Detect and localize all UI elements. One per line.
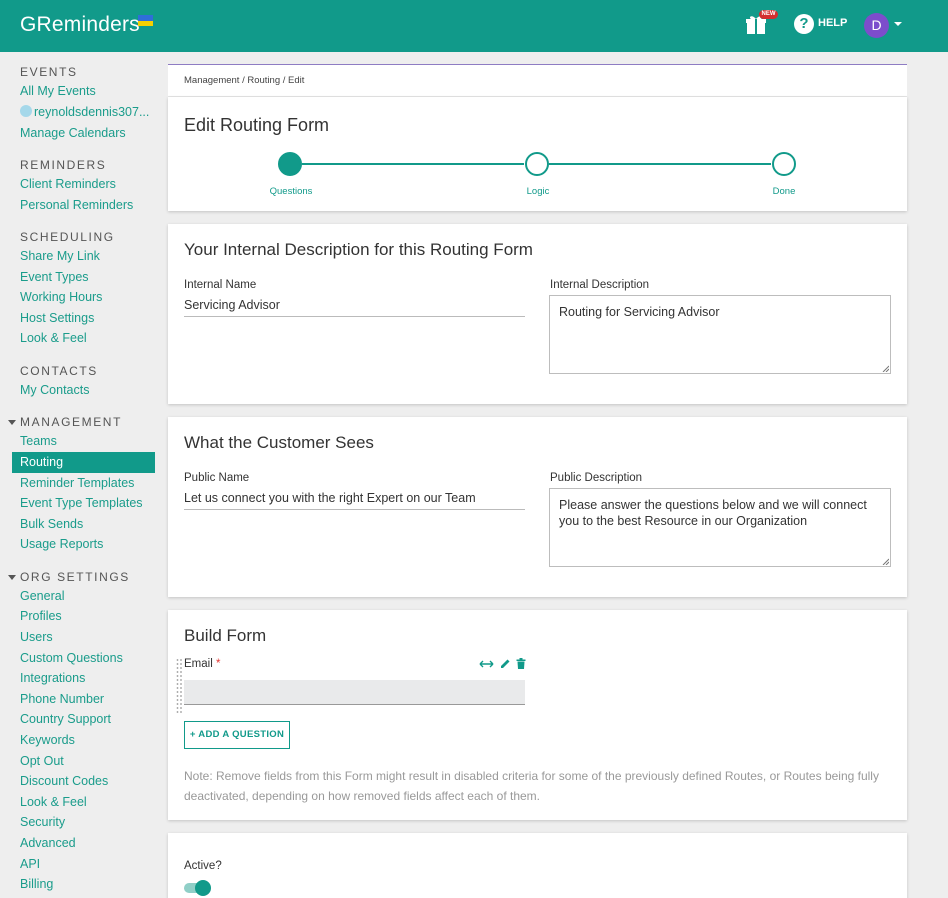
active-label: Active? <box>184 860 222 872</box>
internal-description-label: Internal Description <box>550 279 650 291</box>
sidebar-item-usage-reports[interactable]: Usage Reports <box>20 537 103 551</box>
sidebar-item-client-reminders[interactable]: Client Reminders <box>20 177 116 191</box>
sidebar-item-custom-questions[interactable]: Custom Questions <box>20 651 123 665</box>
sidebar-item-look-feel-org[interactable]: Look & Feel <box>20 795 87 809</box>
sidebar: EVENTS All My Events reynoldsdennis307..… <box>0 52 160 898</box>
caret-down-icon[interactable] <box>8 420 16 425</box>
sidebar-item-phone-number[interactable]: Phone Number <box>20 692 104 706</box>
step-logic-circle[interactable] <box>525 152 549 176</box>
stepper-line <box>549 163 771 165</box>
sidebar-item-advanced[interactable]: Advanced <box>20 836 76 850</box>
sidebar-item-general[interactable]: General <box>20 589 64 603</box>
step-logic-label[interactable]: Logic <box>498 186 578 197</box>
sidebar-item-security[interactable]: Security <box>20 815 65 829</box>
page-title: Edit Routing Form <box>184 115 330 135</box>
sidebar-item-manage-calendars[interactable]: Manage Calendars <box>20 126 126 140</box>
build-form-title: Build Form <box>184 626 267 645</box>
new-badge: NEW <box>759 10 778 19</box>
resize-handle-icon[interactable] <box>882 365 889 372</box>
internal-description-card: Your Internal Description for this Routi… <box>168 224 907 404</box>
drag-handle-icon[interactable] <box>176 658 183 716</box>
resize-handle-icon[interactable] <box>882 558 889 565</box>
sidebar-header-events: EVENTS <box>20 65 78 79</box>
build-form-note: Note: Remove fields from this Form might… <box>184 769 879 803</box>
sidebar-header-management[interactable]: MANAGEMENT <box>20 415 122 429</box>
email-input[interactable] <box>184 680 525 705</box>
step-done-label[interactable]: Done <box>744 186 824 197</box>
sidebar-item-teams[interactable]: Teams <box>20 434 57 448</box>
sidebar-item-my-contacts[interactable]: My Contacts <box>20 383 89 397</box>
sidebar-item-discount-codes[interactable]: Discount Codes <box>20 774 108 788</box>
step-questions-label[interactable]: Questions <box>251 186 331 197</box>
internal-description-text: Routing for Servicing Advisor <box>559 305 720 319</box>
sidebar-item-event-types[interactable]: Event Types <box>20 270 89 284</box>
step-done-circle[interactable] <box>772 152 796 176</box>
stepper-line <box>302 163 524 165</box>
sidebar-header-contacts: CONTACTS <box>20 364 98 378</box>
sidebar-item-opt-out[interactable]: Opt Out <box>20 754 64 768</box>
chevron-down-icon[interactable] <box>894 22 902 26</box>
help-icon[interactable]: ? <box>794 14 814 34</box>
sidebar-item-working-hours[interactable]: Working Hours <box>20 290 102 304</box>
active-card: Active? <box>168 833 907 898</box>
app-logo[interactable]: GReminders <box>20 13 140 37</box>
top-bar: GReminders NEW ? HELP D <box>0 0 948 52</box>
calendar-color-dot <box>20 105 32 117</box>
help-link[interactable]: HELP <box>818 17 847 29</box>
sidebar-item-share-my-link[interactable]: Share My Link <box>20 249 100 263</box>
internal-description-textarea[interactable]: Routing for Servicing Advisor <box>549 295 891 374</box>
breadcrumb: Management / Routing / Edit <box>168 64 907 97</box>
email-field-label: Email * <box>184 658 220 670</box>
edit-pencil-icon[interactable] <box>500 658 511 669</box>
sidebar-item-keywords[interactable]: Keywords <box>20 733 75 747</box>
public-description-label: Public Description <box>550 472 643 484</box>
sidebar-item-country-support[interactable]: Country Support <box>20 712 111 726</box>
public-card-title: What the Customer Sees <box>184 433 374 452</box>
sidebar-item-bulk-sends[interactable]: Bulk Sends <box>20 517 83 531</box>
sidebar-item-users[interactable]: Users <box>20 630 53 644</box>
avatar[interactable]: D <box>864 13 889 38</box>
sidebar-item-api[interactable]: API <box>20 857 40 871</box>
caret-down-icon[interactable] <box>8 575 16 580</box>
public-card: What the Customer Sees Public Name Let u… <box>168 417 907 597</box>
sidebar-item-profiles[interactable]: Profiles <box>20 609 62 623</box>
sidebar-item-all-my-events[interactable]: All My Events <box>20 84 96 98</box>
ukraine-flag-icon <box>138 15 153 26</box>
sidebar-item-event-type-templates[interactable]: Event Type Templates <box>20 496 143 510</box>
required-mark: * <box>215 658 221 670</box>
internal-name-label: Internal Name <box>184 279 257 291</box>
add-question-button[interactable]: + ADD A QUESTION <box>184 721 290 749</box>
sidebar-item-personal-reminders[interactable]: Personal Reminders <box>20 198 133 212</box>
trash-icon[interactable] <box>516 658 526 669</box>
sidebar-item-calendar-account[interactable]: reynoldsdennis307... <box>20 105 149 119</box>
calendar-account-label: reynoldsdennis307... <box>34 105 150 119</box>
resize-width-icon[interactable] <box>479 659 494 669</box>
public-description-text: Please answer the questions below and we… <box>559 498 867 528</box>
sidebar-item-integrations[interactable]: Integrations <box>20 671 85 685</box>
email-label-text: Email <box>184 658 213 670</box>
sidebar-header-scheduling: SCHEDULING <box>20 230 115 244</box>
sidebar-item-billing[interactable]: Billing <box>20 877 53 891</box>
sidebar-header-org-settings[interactable]: ORG SETTINGS <box>20 570 130 584</box>
sidebar-item-reminder-templates[interactable]: Reminder Templates <box>20 476 134 490</box>
public-description-textarea[interactable]: Please answer the questions below and we… <box>549 488 891 567</box>
sidebar-header-reminders: REMINDERS <box>20 158 107 172</box>
sidebar-item-look-feel[interactable]: Look & Feel <box>20 331 87 345</box>
public-name-label: Public Name <box>184 472 250 484</box>
public-name-input[interactable]: Let us connect you with the right Expert… <box>184 491 525 510</box>
internal-name-input[interactable]: Servicing Advisor <box>184 298 525 317</box>
step-questions-circle[interactable] <box>278 152 302 176</box>
active-toggle[interactable] <box>195 880 211 896</box>
sidebar-item-routing[interactable]: Routing <box>12 452 155 473</box>
internal-card-title: Your Internal Description for this Routi… <box>184 240 533 259</box>
sidebar-item-host-settings[interactable]: Host Settings <box>20 311 94 325</box>
